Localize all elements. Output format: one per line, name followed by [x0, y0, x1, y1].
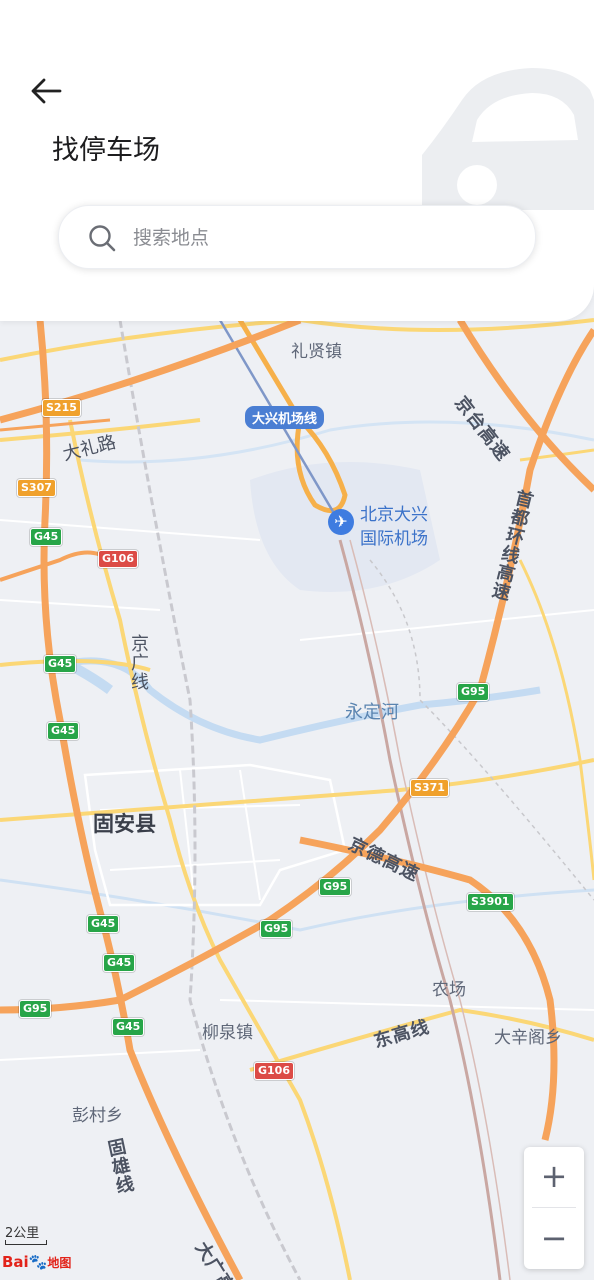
zoom-out-button[interactable]: −: [524, 1209, 584, 1269]
paw-icon: 🐾: [28, 1253, 48, 1271]
route-shield-s215: S215: [42, 399, 81, 417]
place-label-daxinzhuang: 大辛阁乡: [494, 1028, 562, 1048]
header-panel: 找停车场: [0, 0, 594, 321]
route-shield-s3901: S3901: [467, 893, 514, 911]
route-shield-g45-e: G45: [103, 954, 136, 972]
route-shield-g45-b: G45: [44, 655, 77, 673]
place-label-nongchang: 农场: [432, 980, 466, 1000]
route-shield-s307: S307: [17, 479, 56, 497]
route-shield-g95-c: G95: [260, 920, 293, 938]
route-shield-g106-a: G106: [98, 550, 138, 568]
back-button[interactable]: [28, 73, 64, 109]
airport-icon[interactable]: ✈: [328, 509, 354, 535]
search-bar[interactable]: [58, 205, 536, 269]
river-label-yongding: 永定河: [345, 702, 399, 723]
zoom-in-button[interactable]: +: [524, 1147, 584, 1207]
airport-label-line2: 国际机场: [360, 529, 428, 549]
arrow-left-icon: [31, 78, 62, 104]
metro-line-label: 大兴机场线: [245, 406, 325, 429]
route-shield-g45-d: G45: [87, 915, 120, 933]
route-shield-s371: S371: [410, 779, 449, 797]
airport-label-line1: 北京大兴: [360, 505, 428, 525]
route-shield-g95-a: G95: [457, 683, 490, 701]
place-label-lixian: 礼贤镇: [291, 342, 342, 362]
map-logo: Bai🐾地图: [2, 1253, 72, 1271]
place-label-guan: 固安县: [93, 812, 156, 836]
route-shield-g45-a: G45: [30, 528, 63, 546]
map-scale-bar: [5, 1240, 47, 1245]
place-label-liuquan: 柳泉镇: [202, 1023, 253, 1043]
route-shield-g95-d: G95: [19, 1000, 52, 1018]
route-shield-g45-f: G45: [112, 1018, 145, 1036]
place-label-pengcun: 彭村乡: [72, 1106, 123, 1126]
search-icon: [89, 225, 116, 252]
page-title: 找停车场: [52, 135, 160, 166]
route-shield-g106-b: G106: [254, 1062, 294, 1080]
car-icon: [422, 68, 594, 210]
zoom-divider: [532, 1207, 576, 1208]
map-scale-label: 2公里: [5, 1226, 40, 1241]
zoom-control: + −: [524, 1147, 584, 1269]
route-shield-g45-c: G45: [47, 722, 80, 740]
search-input[interactable]: [131, 221, 515, 255]
road-label-jingguang: 京广线: [128, 634, 149, 691]
route-shield-g95-b: G95: [319, 878, 352, 896]
